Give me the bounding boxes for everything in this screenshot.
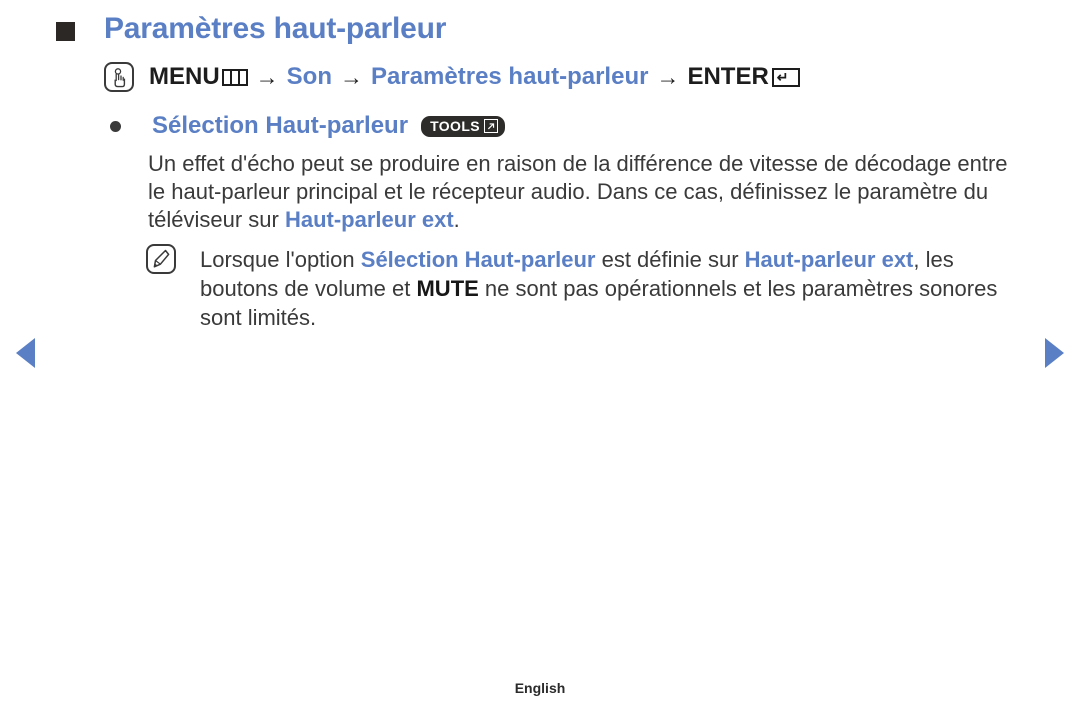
option-label-speaker-select: Sélection Haut-parleur <box>152 112 409 139</box>
note-block: Lorsque l'option Sélection Haut-parleur … <box>146 244 1026 332</box>
path-arrow-3: → <box>656 63 680 90</box>
option-row: Sélection Haut-parleur TOOLS <box>110 112 506 140</box>
note-text: Lorsque l'option Sélection Haut-parleur … <box>200 244 1026 332</box>
note-text-part2: est définie sur <box>595 247 745 272</box>
menu-path-text: MENU → Son → Paramètres haut-parleur → E… <box>149 63 800 91</box>
square-bullet-icon <box>56 21 75 41</box>
menu-path-row: MENU → Son → Paramètres haut-parleur → E… <box>104 62 800 92</box>
menu-item-speaker-settings[interactable]: Paramètres haut-parleur <box>371 63 648 91</box>
tools-arrow-icon <box>484 119 499 133</box>
menu-label: MENU <box>149 63 220 90</box>
note-text-part1: Lorsque l'option <box>200 247 361 272</box>
enter-key-icon: ↵ <box>771 67 800 87</box>
note-pencil-icon <box>146 244 176 274</box>
note-strong-mute: MUTE <box>416 276 479 301</box>
path-arrow-2: → <box>340 63 363 90</box>
page-title-row: Paramètres haut-parleur <box>56 12 446 46</box>
prev-arrow-icon[interactable] <box>16 338 35 368</box>
hand-touch-glyph <box>114 68 126 88</box>
enter-arrow-glyph: ↵ <box>776 68 789 85</box>
body-highlight-external-speaker: Haut-parleur ext <box>284 207 454 232</box>
body-paragraph: Un effet d'écho peut se produire en rais… <box>148 150 1023 234</box>
next-arrow-icon[interactable] <box>1045 338 1064 368</box>
note-highlight-external-speaker: Haut-parleur ext <box>744 247 914 272</box>
hand-touch-icon <box>104 62 134 92</box>
tools-arrow-glyph <box>487 122 494 129</box>
note-pencil-glyph <box>153 249 170 268</box>
enter-label: ENTER <box>687 63 769 90</box>
round-bullet-icon <box>110 120 121 132</box>
footer-language-label: English <box>514 680 566 696</box>
menu-grid-icon <box>221 68 248 86</box>
menu-item-son[interactable]: Son <box>287 63 332 91</box>
manual-page: Paramètres haut-parleur MENU → Son → Par… <box>0 0 1080 705</box>
tools-badge[interactable]: TOOLS <box>421 115 506 137</box>
body-text-part2: . <box>453 207 460 232</box>
path-arrow-1: → <box>255 63 279 90</box>
note-highlight-speaker-select: Sélection Haut-parleur <box>360 247 596 272</box>
body-text-part1: Un effet d'écho peut se produire en rais… <box>148 151 1008 232</box>
tools-badge-label: TOOLS <box>430 118 481 134</box>
page-title: Paramètres haut-parleur <box>104 12 447 45</box>
